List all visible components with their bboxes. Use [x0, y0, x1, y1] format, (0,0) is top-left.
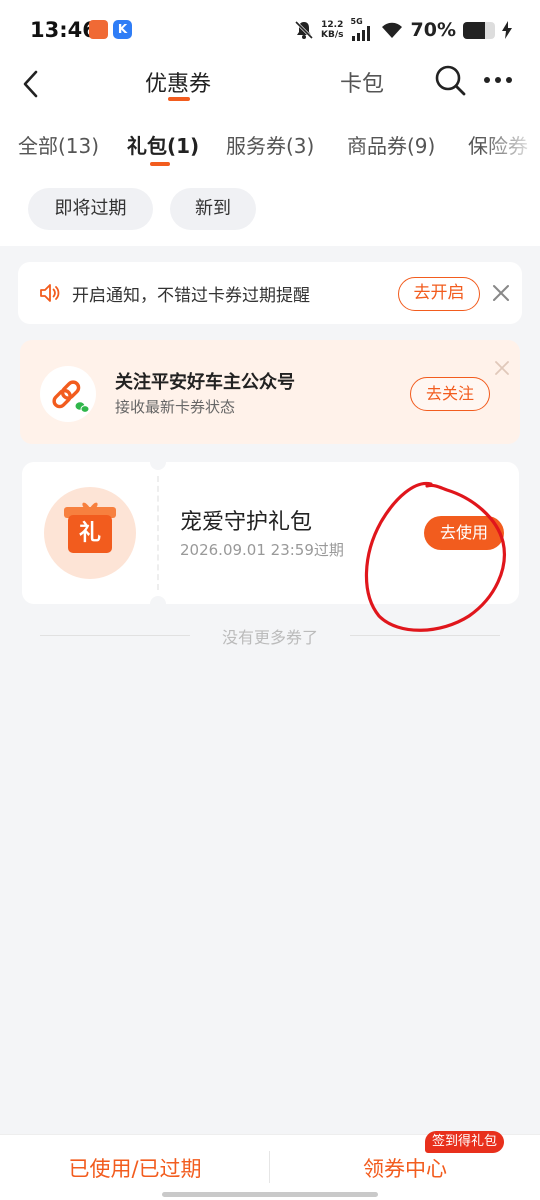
home-indicator[interactable] — [162, 1192, 378, 1197]
signal-5g-icon: 5G — [351, 17, 373, 41]
used-expired-button[interactable]: 已使用/已过期 — [0, 1153, 270, 1183]
gift-icon: 礼 — [68, 515, 112, 553]
close-icon[interactable] — [494, 360, 510, 376]
bottom-bar: 已使用/已过期 领券中心 签到得礼包 — [0, 1131, 540, 1200]
gift-coupon-card[interactable]: 礼 宠爱守护礼包 2026.09.01 23:59过期 去使用 — [22, 454, 519, 612]
back-button[interactable] — [14, 66, 46, 102]
tab-product-coupons[interactable]: 商品券(9) — [347, 130, 435, 159]
more-dots-icon — [484, 77, 512, 83]
close-icon[interactable] — [490, 282, 512, 304]
tab-all[interactable]: 全部(13) — [18, 130, 99, 159]
tab-gift-pack[interactable]: 礼包(1) — [127, 130, 199, 159]
notification-text: 开启通知，不错过卡券过期提醒 — [72, 286, 310, 306]
charging-icon — [502, 21, 512, 39]
coupon-center-button[interactable]: 领券中心 — [270, 1153, 540, 1183]
mute-bell-icon — [294, 20, 314, 40]
tabs-fade — [480, 120, 540, 178]
coupon-name: 宠爱守护礼包 — [180, 510, 313, 535]
chevron-left-icon — [23, 70, 38, 98]
wifi-icon — [381, 22, 402, 38]
coupon-icon-area: 礼 — [22, 462, 158, 604]
search-icon — [435, 65, 466, 96]
more-button[interactable] — [480, 62, 516, 98]
follow-account-card: 关注平安好车主公众号 接收最新卡券状态 去关注 — [20, 340, 520, 444]
battery-percent: 70% — [410, 19, 456, 41]
coupon-divider — [157, 476, 159, 590]
end-of-list-text: 没有更多券了 — [221, 628, 318, 647]
coupon-info-area: 宠爱守护礼包 2026.09.01 23:59过期 去使用 — [158, 462, 519, 604]
follow-subtitle: 接收最新卡券状态 — [115, 398, 236, 416]
status-icons: 12.2 KB/s 5G 70% — [294, 16, 512, 44]
filter-new-arrivals[interactable]: 新到 — [170, 188, 256, 230]
tab-active-indicator — [150, 162, 170, 166]
coupon-expiry: 2026.09.01 23:59过期 — [180, 541, 344, 559]
use-coupon-button[interactable]: 去使用 — [424, 516, 504, 550]
coupon-notch-top — [150, 454, 166, 470]
status-bar: 13:46 K 12.2 KB/s 5G 70% — [0, 0, 540, 60]
follow-button[interactable]: 去关注 — [410, 377, 490, 411]
top-nav: 优惠券 卡包 — [0, 60, 540, 120]
link-wechat-icon — [52, 380, 90, 414]
battery-icon — [463, 21, 495, 39]
end-of-list: 没有更多券了 — [40, 620, 500, 650]
checkin-gift-badge: 签到得礼包 — [425, 1131, 505, 1153]
filter-expiring-soon[interactable]: 即将过期 — [28, 188, 153, 230]
enable-notification-button[interactable]: 去开启 — [398, 277, 480, 311]
gift-icon-circle: 礼 — [44, 487, 136, 579]
status-time: 13:46 — [30, 18, 97, 42]
network-speed: 12.2 KB/s — [321, 20, 344, 40]
notification-app-icon — [89, 20, 108, 39]
gift-bow-icon — [82, 502, 98, 508]
title-active-indicator — [168, 97, 190, 101]
notification-app-icon-2: K — [113, 20, 132, 39]
coupon-notch-bottom — [150, 596, 166, 612]
tab-card-wallet[interactable]: 卡包 — [322, 66, 402, 98]
search-button[interactable] — [432, 62, 468, 98]
category-tabs: 全部(13) 礼包(1) 服务券(3) 商品券(9) 保险券 — [0, 120, 540, 178]
filter-chips: 即将过期 新到 — [0, 178, 540, 246]
battery-level — [463, 21, 486, 39]
tab-service-coupons[interactable]: 服务券(3) — [226, 130, 314, 159]
follow-title: 关注平安好车主公众号 — [115, 372, 295, 393]
tab-coupons[interactable]: 优惠券 — [130, 66, 226, 98]
speaker-icon — [40, 284, 60, 302]
follow-avatar — [40, 366, 96, 422]
notification-banner: 开启通知，不错过卡券过期提醒 去开启 — [18, 262, 522, 324]
